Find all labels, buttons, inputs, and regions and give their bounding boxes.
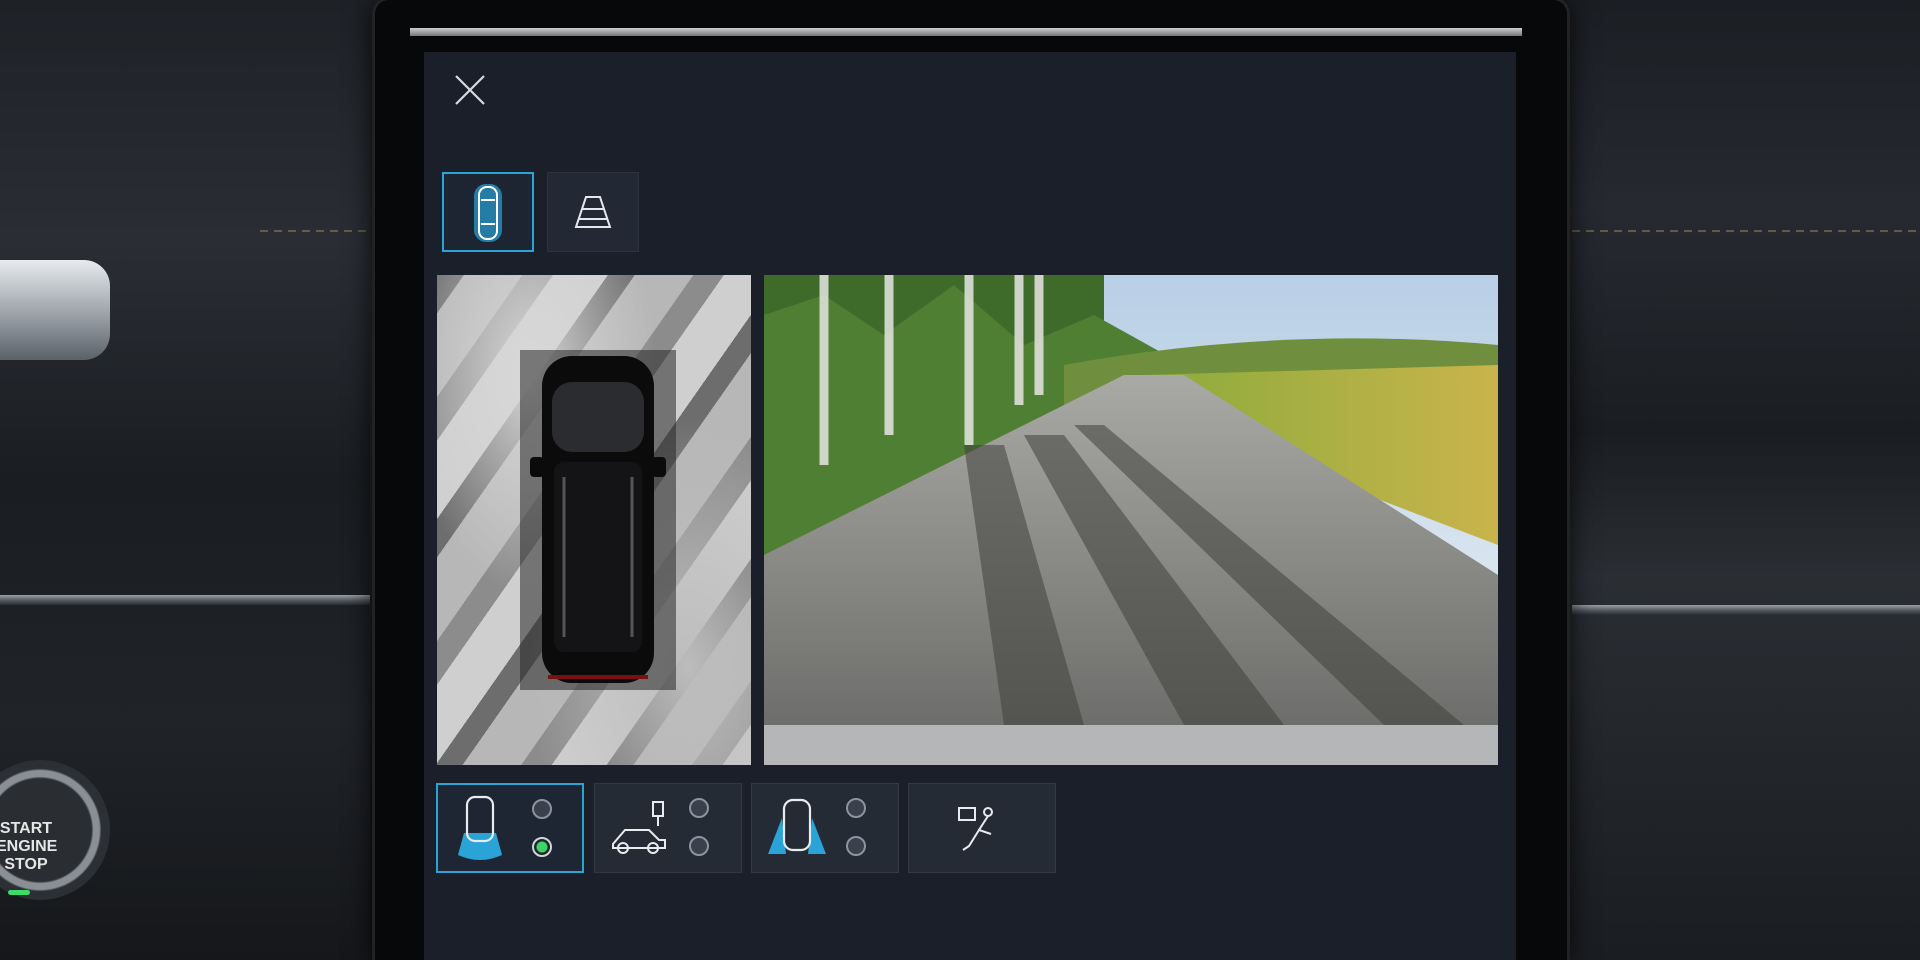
rear-camera-view (764, 275, 1498, 765)
chrome-trim-right (1572, 605, 1920, 615)
start-stop-label: START ENGINE STOP (0, 820, 58, 873)
tab-top-view[interactable] (442, 172, 534, 252)
display-top-trim (410, 28, 1522, 36)
camera-settings-icon (958, 807, 993, 851)
front-mode-option-1[interactable] (846, 798, 866, 818)
vehicle-top-view (530, 356, 666, 683)
stitch-right (1572, 230, 1920, 232)
mode-rear-camera[interactable] (436, 783, 584, 873)
rear-camera-mode-icon (458, 795, 502, 860)
mode-front-side-camera[interactable] (751, 783, 899, 873)
start-indicator-light (8, 890, 30, 895)
camera-feed-image (764, 275, 1498, 765)
trailer-camera-mode-icon (612, 801, 666, 854)
chrome-trim-left (0, 595, 370, 605)
tab-parking-guidelines[interactable] (547, 172, 639, 252)
rear-mode-option-1[interactable] (532, 799, 552, 819)
front-side-camera-mode-icon (768, 798, 826, 854)
stitch-left (260, 230, 370, 232)
mode-camera-settings[interactable] (908, 783, 1056, 873)
close-button[interactable] (448, 68, 492, 112)
mode-trailer-camera[interactable] (594, 783, 742, 873)
trailer-mode-option-1[interactable] (689, 798, 709, 818)
front-mode-option-2[interactable] (846, 836, 866, 856)
parking-guideline-icon (574, 196, 612, 228)
top-view-car-icon (474, 184, 502, 242)
rear-mode-option-2[interactable] (532, 837, 552, 857)
trailer-mode-option-2[interactable] (689, 836, 709, 856)
dash-right-panel (1560, 0, 1920, 960)
close-icon (455, 75, 485, 105)
gear-shifter[interactable] (0, 260, 110, 360)
